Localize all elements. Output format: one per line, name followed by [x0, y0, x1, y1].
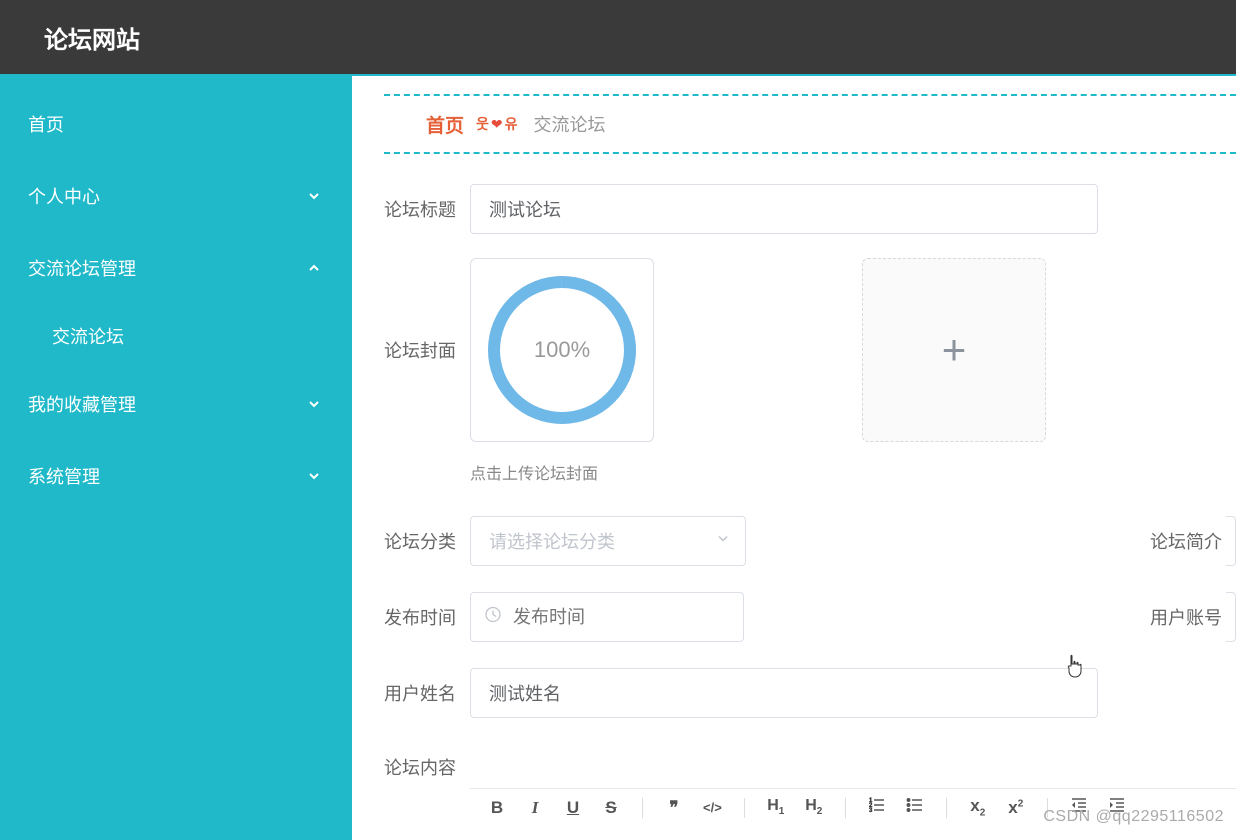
- sidebar-item-label: 个人中心: [28, 183, 100, 209]
- watermark: CSDN @qq2295116502: [1043, 808, 1224, 826]
- sidebar-item-forum[interactable]: 交流论坛: [0, 304, 352, 368]
- clock-icon: [484, 606, 502, 629]
- sidebar-item-label: 首页: [28, 111, 64, 137]
- app-title: 论坛网站: [44, 20, 140, 55]
- subscript-button[interactable]: x2: [969, 796, 987, 818]
- svg-text:3: 3: [869, 808, 873, 814]
- form: 论坛标题 论坛封面 100%: [352, 154, 1236, 826]
- quote-button[interactable]: ❞: [665, 798, 683, 818]
- sidebar-item-home[interactable]: 首页: [0, 88, 352, 160]
- breadcrumb-home[interactable]: 首页: [426, 111, 464, 138]
- sidebar-item-system[interactable]: 系统管理: [0, 440, 352, 512]
- header: 论坛网站: [0, 0, 1236, 76]
- chevron-down-icon: [306, 188, 322, 204]
- username-input[interactable]: [470, 668, 1098, 718]
- superscript-button[interactable]: x2: [1007, 798, 1025, 818]
- italic-button[interactable]: I: [526, 798, 544, 818]
- progress-text: 100%: [534, 337, 590, 363]
- ordered-list-button[interactable]: 123: [868, 796, 886, 819]
- sidebar-item-label: 交流论坛: [52, 323, 124, 349]
- sidebar-item-label: 我的收藏管理: [28, 391, 136, 417]
- category-label: 论坛分类: [384, 516, 470, 554]
- progress-circle: 100%: [484, 272, 640, 428]
- upload-hint: 点击上传论坛封面: [470, 460, 1236, 484]
- upload-add-box[interactable]: +: [862, 258, 1046, 442]
- code-button[interactable]: </>: [703, 800, 722, 815]
- chevron-down-icon: [306, 468, 322, 484]
- toolbar-separator: [744, 798, 745, 818]
- main-content: 首页 웃❤유 交流论坛 论坛标题 论坛封面: [352, 76, 1236, 840]
- category-select[interactable]: 请选择论坛分类: [470, 516, 746, 566]
- content-label: 论坛内容: [384, 742, 470, 780]
- chevron-down-icon: [306, 396, 322, 412]
- toolbar-separator: [946, 798, 947, 818]
- intro-input-partial[interactable]: [1226, 516, 1236, 566]
- toolbar-separator: [642, 798, 643, 818]
- chevron-up-icon: [306, 260, 322, 276]
- cover-label: 论坛封面: [384, 337, 470, 363]
- publish-date-input[interactable]: [470, 592, 744, 642]
- breadcrumb-current: 交流论坛: [534, 111, 606, 137]
- h1-button[interactable]: H1: [767, 797, 785, 817]
- upload-progress-box[interactable]: 100%: [470, 258, 654, 442]
- sidebar: 首页 个人中心 交流论坛管理 交流论坛 我的收藏管理: [0, 76, 352, 840]
- title-label: 论坛标题: [384, 184, 470, 222]
- account-input-partial[interactable]: [1226, 592, 1236, 642]
- sidebar-item-label: 系统管理: [28, 463, 100, 489]
- toolbar-separator: [845, 798, 846, 818]
- publish-label: 发布时间: [384, 592, 470, 630]
- plus-icon: +: [942, 326, 967, 374]
- sidebar-item-profile[interactable]: 个人中心: [0, 160, 352, 232]
- unordered-list-button[interactable]: [906, 796, 924, 819]
- sidebar-item-label: 交流论坛管理: [28, 255, 136, 281]
- title-input[interactable]: [470, 184, 1098, 234]
- bold-button[interactable]: B: [488, 798, 506, 818]
- sidebar-item-forum-mgmt[interactable]: 交流论坛管理: [0, 232, 352, 304]
- h2-button[interactable]: H2: [805, 797, 823, 817]
- underline-button[interactable]: U: [564, 798, 582, 818]
- sidebar-item-favorites[interactable]: 我的收藏管理: [0, 368, 352, 440]
- breadcrumb-separator: 웃❤유: [476, 114, 518, 134]
- username-label: 用户姓名: [384, 668, 470, 706]
- breadcrumb: 首页 웃❤유 交流论坛: [384, 94, 1236, 154]
- strike-button[interactable]: S: [602, 798, 620, 818]
- intro-label: 论坛简介: [1150, 516, 1222, 554]
- account-label: 用户账号: [1150, 592, 1222, 630]
